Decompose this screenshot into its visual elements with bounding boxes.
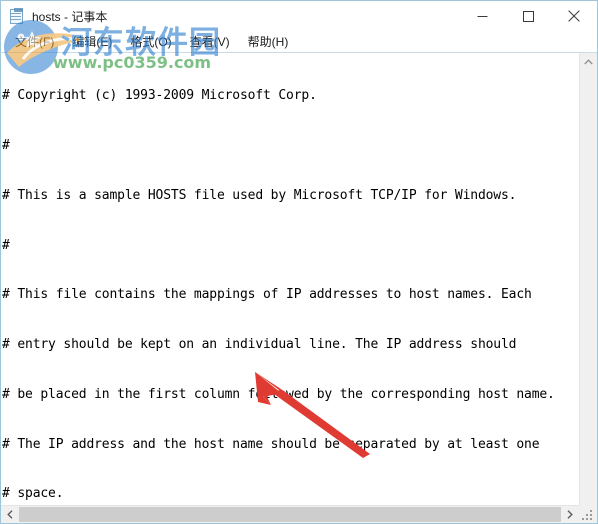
vertical-scrollbar[interactable] xyxy=(579,53,597,505)
chevron-up-icon[interactable] xyxy=(580,53,597,71)
vertical-scrollbar-track[interactable] xyxy=(580,71,597,505)
resize-grip-icon[interactable] xyxy=(579,505,597,523)
menu-file[interactable]: 文件(F) xyxy=(6,31,63,53)
text-editor-area[interactable]: # Copyright (c) 1993-2009 Microsoft Corp… xyxy=(1,53,579,505)
notepad-document-icon xyxy=(9,7,26,25)
text-line: # This is a sample HOSTS file used by Mi… xyxy=(2,187,517,203)
maximize-button[interactable] xyxy=(505,1,551,31)
horizontal-scrollbar-thumb[interactable] xyxy=(19,507,561,522)
menu-format[interactable]: 格式(O) xyxy=(121,31,180,53)
minimize-button[interactable] xyxy=(459,1,505,31)
text-line: # be placed in the first column followed… xyxy=(2,386,555,402)
editor-frame: # Copyright (c) 1993-2009 Microsoft Corp… xyxy=(1,52,597,523)
text-line: # space. xyxy=(2,486,64,502)
close-button[interactable] xyxy=(551,1,597,31)
menu-bar: 文件(F) 编辑(E) 格式(O) 查看(V) 帮助(H) xyxy=(1,31,597,52)
notepad-window: hosts - 记事本 文件(F) 编辑(E) 格式(O) 查看(V) 帮助(H… xyxy=(0,0,598,524)
horizontal-scrollbar[interactable] xyxy=(1,505,597,523)
menu-edit[interactable]: 编辑(E) xyxy=(63,31,121,53)
text-line: # This file contains the mappings of IP … xyxy=(2,287,532,303)
chevron-left-icon[interactable] xyxy=(1,506,19,523)
chevron-right-icon[interactable] xyxy=(561,506,579,523)
text-line: # entry should be kept on an individual … xyxy=(2,337,517,353)
text-line: # xyxy=(2,237,10,253)
window-title: hosts - 记事本 xyxy=(32,9,108,24)
window-controls xyxy=(459,1,597,31)
text-line: # Copyright (c) 1993-2009 Microsoft Corp… xyxy=(2,88,317,104)
text-line: # xyxy=(2,137,10,153)
menu-view[interactable]: 查看(V) xyxy=(181,31,239,53)
title-bar[interactable]: hosts - 记事本 xyxy=(1,1,597,31)
text-line: # The IP address and the host name shoul… xyxy=(2,436,540,452)
text-content: # Copyright (c) 1993-2009 Microsoft Corp… xyxy=(2,55,579,505)
menu-help[interactable]: 帮助(H) xyxy=(239,31,298,53)
title-bar-left: hosts - 记事本 xyxy=(1,7,459,25)
